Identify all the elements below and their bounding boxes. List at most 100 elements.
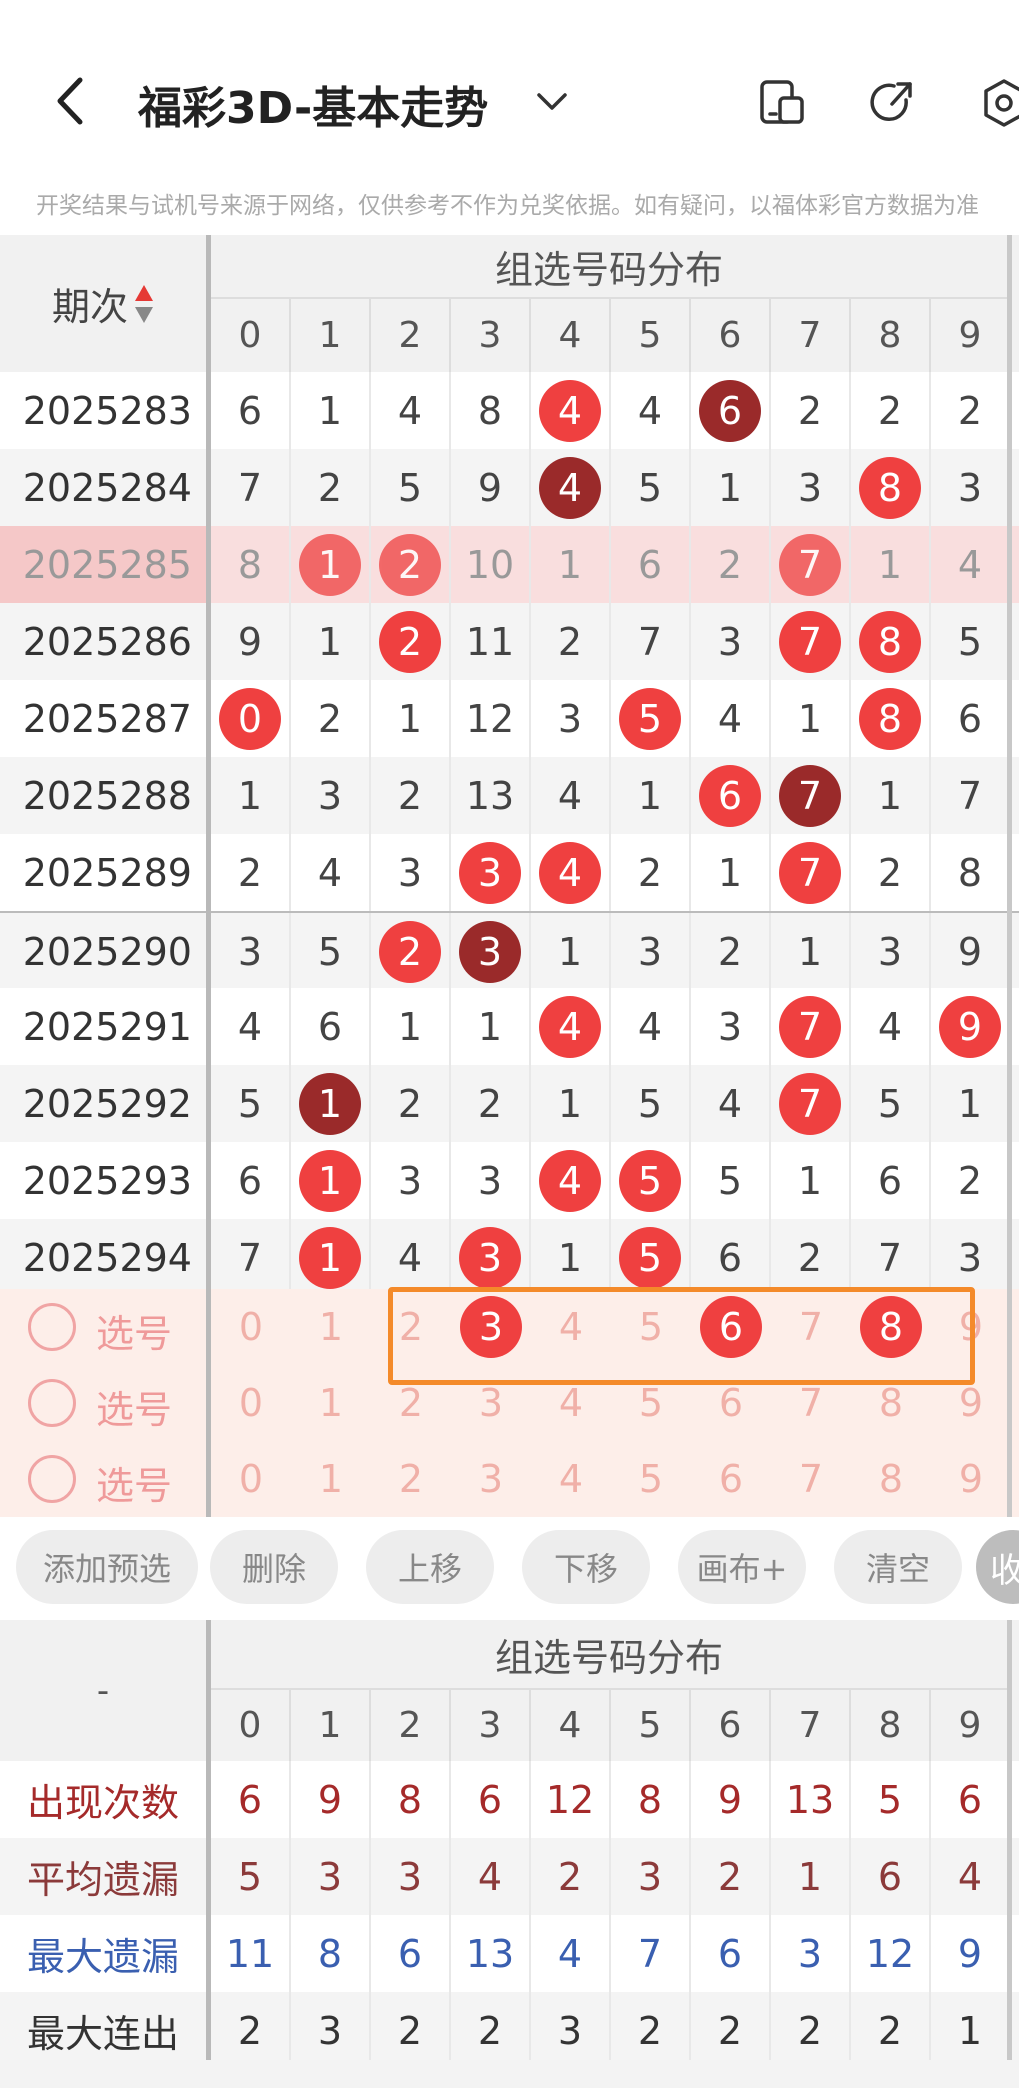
- select-digit[interactable]: 9: [931, 1441, 1011, 1517]
- digit-header-7: 7: [771, 299, 851, 372]
- table-row[interactable]: 2025289 2 4 3 3 4 2 1 7 2 8: [0, 834, 1019, 911]
- miss-count: 7: [877, 1235, 903, 1280]
- number-cell: 1: [931, 1065, 1011, 1142]
- clear-button[interactable]: 清空: [834, 1530, 962, 1604]
- miss-count: 9: [237, 619, 263, 664]
- select-digit[interactable]: 1: [291, 1365, 371, 1441]
- select-digit[interactable]: 0: [211, 1289, 291, 1365]
- miss-count: 6: [317, 1004, 343, 1049]
- miss-count: 10: [465, 542, 515, 587]
- miss-count: 4: [717, 1081, 743, 1126]
- miss-count: 4: [317, 850, 343, 895]
- number-cell: 1: [291, 1142, 371, 1219]
- select-digit[interactable]: 1: [291, 1441, 371, 1517]
- stats-value: 4: [451, 1838, 531, 1915]
- table-row[interactable]: 2025290 3 5 2 3 1 3 2 1 3 9: [0, 911, 1019, 990]
- stats-value: 6: [931, 1761, 1011, 1838]
- table-row[interactable]: 2025285 8 1 2 10 1 6 2 7 1 4: [0, 526, 1019, 603]
- select-radio[interactable]: [28, 1379, 76, 1427]
- miss-count: 2: [397, 1081, 423, 1126]
- number-cell: 4: [531, 372, 611, 449]
- digit-option: 9: [958, 1381, 984, 1425]
- number-cell: 3: [291, 757, 371, 834]
- miss-count: 2: [477, 1081, 503, 1126]
- number-cell: 4: [371, 1219, 451, 1296]
- number-cell: 4: [611, 988, 691, 1065]
- digit-option: 0: [238, 1457, 264, 1501]
- number-cell: 3: [611, 913, 691, 990]
- number-cell: 8: [451, 372, 531, 449]
- miss-count: 7: [237, 1235, 263, 1280]
- miss-count: 1: [557, 1235, 583, 1280]
- collapse-button[interactable]: 收: [976, 1530, 1019, 1604]
- table-row[interactable]: 2025294 7 1 4 3 1 5 6 2 7 3: [0, 1219, 1019, 1296]
- select-digit[interactable]: 5: [611, 1441, 691, 1517]
- select-digit[interactable]: 0: [211, 1365, 291, 1441]
- miss-count: 12: [465, 696, 515, 741]
- table-row[interactable]: 2025291 4 6 1 1 4 4 3 7 4 9: [0, 988, 1019, 1065]
- number-cell: 3: [451, 913, 531, 990]
- back-icon[interactable]: [50, 76, 90, 126]
- number-cell: 2: [931, 1142, 1011, 1219]
- select-digit[interactable]: 8: [851, 1441, 931, 1517]
- share-icon[interactable]: [868, 78, 918, 128]
- select-digit[interactable]: 0: [211, 1441, 291, 1517]
- stats-value: 1: [771, 1838, 851, 1915]
- select-digit[interactable]: 1: [291, 1289, 371, 1365]
- miss-count: 1: [557, 929, 583, 974]
- device-icon[interactable]: [758, 78, 808, 128]
- select-digit[interactable]: 4: [531, 1441, 611, 1517]
- digit-option: 3: [478, 1381, 504, 1425]
- miss-count: 7: [637, 619, 663, 664]
- number-cell: 1: [851, 757, 931, 834]
- select-digit[interactable]: 7: [771, 1441, 851, 1517]
- table-row[interactable]: 2025283 6 1 4 8 4 4 6 2 2 2: [0, 372, 1019, 449]
- number-ball: 4: [539, 995, 601, 1058]
- table-row[interactable]: 2025292 5 1 2 2 1 5 4 7 5 1: [0, 1065, 1019, 1142]
- number-cell: 4: [931, 526, 1011, 603]
- chevron-down-icon[interactable]: [535, 90, 569, 114]
- number-ball: 1: [299, 1226, 361, 1289]
- number-ball: 3: [459, 920, 521, 983]
- select-digit[interactable]: 2: [371, 1441, 451, 1517]
- number-cell: 2: [851, 834, 931, 911]
- digit-option: 1: [318, 1305, 344, 1349]
- miss-count: 1: [717, 465, 743, 510]
- miss-count: 2: [557, 619, 583, 664]
- table-row[interactable]: 2025287 0 2 1 12 3 5 4 1 8 6: [0, 680, 1019, 757]
- stats-value: 8: [371, 1761, 451, 1838]
- move-up-button[interactable]: 上移: [366, 1530, 494, 1604]
- digit-header-2: 2: [371, 299, 451, 372]
- period-cell: 2025286: [22, 619, 192, 664]
- add-preselect-button[interactable]: 添加预选: [16, 1530, 198, 1604]
- stats-value: 6: [691, 1915, 771, 1992]
- miss-count: 4: [557, 773, 583, 818]
- table-row[interactable]: 2025293 6 1 3 3 4 5 5 1 6 2: [0, 1142, 1019, 1219]
- select-digit[interactable]: 6: [691, 1441, 771, 1517]
- stats-digit-6: 6: [691, 1690, 771, 1761]
- number-cell: 2: [371, 1065, 451, 1142]
- miss-count: 6: [637, 542, 663, 587]
- digit-option: 1: [318, 1381, 344, 1425]
- select-digit[interactable]: 3: [451, 1441, 531, 1517]
- table-row[interactable]: 2025284 7 2 5 9 4 5 1 3 8 3: [0, 449, 1019, 526]
- settings-icon[interactable]: [982, 78, 1019, 128]
- move-down-button[interactable]: 下移: [522, 1530, 650, 1604]
- select-radio[interactable]: [28, 1303, 76, 1351]
- number-cell: 1: [291, 1065, 371, 1142]
- table-row[interactable]: 2025286 9 1 2 11 2 7 3 7 8 5: [0, 603, 1019, 680]
- digit-option: 0: [238, 1305, 264, 1349]
- delete-button[interactable]: 删除: [210, 1530, 338, 1604]
- miss-count: 3: [557, 696, 583, 741]
- table-row[interactable]: 2025288 1 3 2 13 4 1 6 7 1 7: [0, 757, 1019, 834]
- digit-header-row: 0123456789: [0, 299, 1019, 372]
- number-cell: 5: [611, 1219, 691, 1296]
- canvas-add-button[interactable]: 画布+: [678, 1530, 806, 1604]
- stats-value: 3: [531, 1992, 611, 2060]
- stats-label: 最大连出: [26, 2012, 179, 2056]
- number-cell: 9: [931, 988, 1011, 1065]
- miss-count: 1: [797, 696, 823, 741]
- select-radio[interactable]: [28, 1455, 76, 1503]
- miss-count: 2: [957, 1158, 983, 1203]
- number-cell: 2: [291, 449, 371, 526]
